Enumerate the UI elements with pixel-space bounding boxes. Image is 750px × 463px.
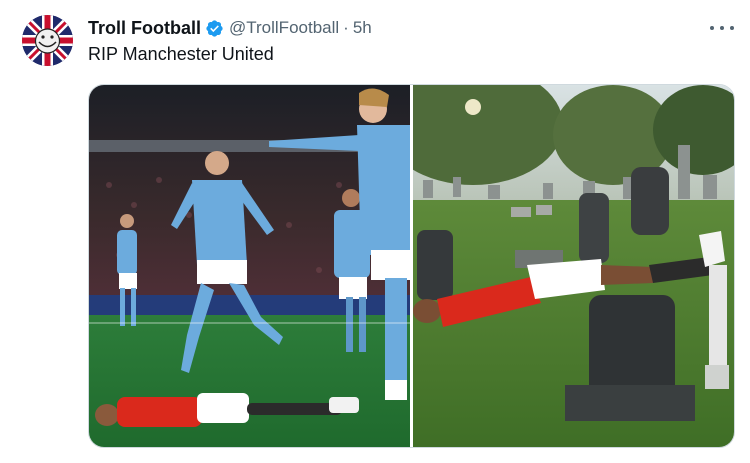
photo-celebration[interactable]: [89, 85, 410, 447]
separator-dot: ·: [343, 18, 349, 37]
tweet[interactable]: Troll Football @TrollFootball · 5h RIP M…: [0, 0, 750, 463]
timestamp[interactable]: 5h: [353, 18, 372, 38]
verified-badge-icon[interactable]: [205, 19, 224, 38]
handle[interactable]: @TrollFootball: [229, 18, 339, 38]
display-name[interactable]: Troll Football: [88, 18, 201, 39]
more-dot: [710, 26, 714, 30]
more-options-icon[interactable]: [710, 18, 734, 38]
tweet-text: RIP Manchester United: [88, 44, 274, 64]
more-dot: [730, 26, 734, 30]
avatar[interactable]: [22, 15, 73, 66]
union-jack-avatar-icon: [22, 15, 73, 66]
celebration-image: [89, 85, 410, 447]
tweet-header: Troll Football @TrollFootball · 5h: [88, 16, 372, 40]
more-dot: [720, 26, 724, 30]
media-grid: [88, 84, 735, 448]
graveyard-image: [413, 85, 734, 447]
photo-graveyard[interactable]: [413, 85, 734, 447]
